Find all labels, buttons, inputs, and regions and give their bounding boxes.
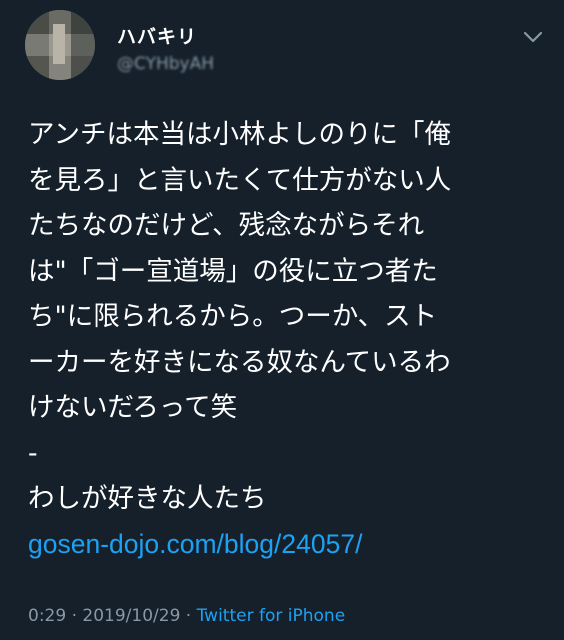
meta-separator: · bbox=[71, 606, 77, 626]
tweet-date: 2019/10/29 bbox=[82, 606, 181, 626]
tweet-meta: 0:29 · 2019/10/29 · Twitter for iPhone bbox=[28, 606, 345, 626]
tweet-text-line: わしが好きな人たち bbox=[28, 483, 267, 514]
user-handle[interactable]: @CYHbyAH bbox=[117, 54, 214, 74]
tweet-source[interactable]: Twitter for iPhone bbox=[197, 606, 346, 626]
tweet-time: 0:29 bbox=[28, 606, 67, 626]
tweet-text: アンチは本当は小林よしのりに「俺 を見ろ」と言いたくて仕方がない人 たちなのだけ… bbox=[28, 112, 543, 567]
tweet-text-line: アンチは本当は小林よしのりに「俺 bbox=[28, 119, 451, 150]
tweet-text-line: - bbox=[28, 437, 38, 469]
tweet-link[interactable]: gosen-dojo.com/blog/24057/ bbox=[28, 529, 362, 559]
tweet-text-line: ち"に限られるから。つーか、スト bbox=[28, 301, 438, 332]
display-name[interactable]: ハバキリ bbox=[117, 22, 197, 49]
tweet-text-line: ーカーを好きになる奴なんているわ bbox=[28, 346, 451, 378]
avatar[interactable] bbox=[25, 10, 95, 80]
tweet-text-line: けないだろって笑 bbox=[28, 392, 238, 423]
meta-separator: · bbox=[185, 606, 192, 626]
tweet-text-line: たちなのだけど、残念ながらそれ bbox=[28, 210, 425, 241]
chevron-down-icon[interactable] bbox=[523, 30, 543, 44]
tweet-text-line: を見ろ」と言いたくて仕方がない人 bbox=[28, 164, 452, 196]
tweet-text-line: は"「ゴー宣道場」の役に立つ者た bbox=[28, 255, 438, 287]
tweet-header: ハバキリ @CYHbyAH bbox=[25, 10, 545, 80]
